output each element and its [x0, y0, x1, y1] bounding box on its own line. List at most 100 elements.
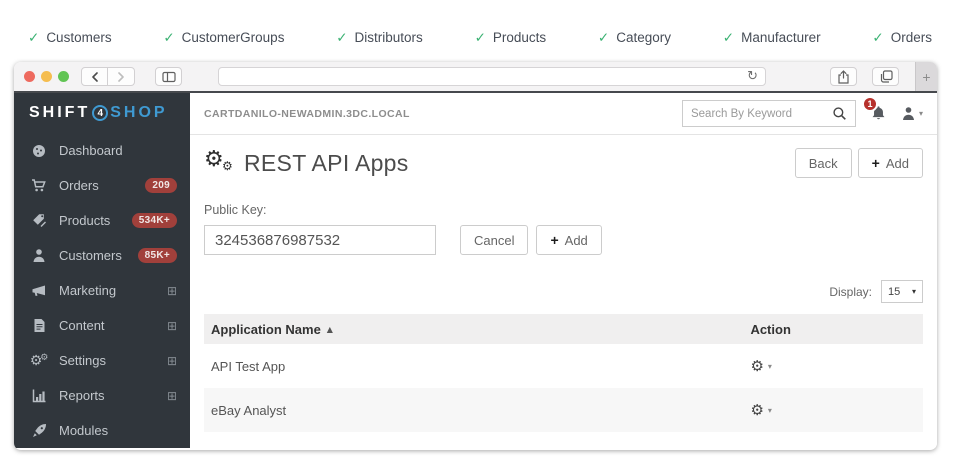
confirm-add-button[interactable]: +Add	[536, 225, 601, 255]
new-tab-button[interactable]: +	[915, 62, 937, 91]
sidebar-toggle-icon	[162, 71, 176, 83]
sidebar-item-label: Dashboard	[59, 143, 123, 158]
row-action-menu-button[interactable]: ⚙ ▾	[750, 357, 771, 375]
keyword-search	[682, 100, 856, 127]
gears-icon: ⚙⚙	[30, 353, 48, 369]
zoom-window-button[interactable]	[58, 71, 69, 82]
plus-icon: +	[922, 69, 930, 85]
expand-icon[interactable]: ⊞	[167, 319, 177, 333]
person-icon	[901, 106, 916, 121]
check-nav-label: Orders	[891, 30, 932, 45]
checkmark-icon: ✓	[163, 30, 174, 46]
check-nav-item-distributors[interactable]: ✓ Distributors	[336, 13, 423, 62]
api-apps-table: Application Name ▲ Action API Test App ⚙…	[204, 314, 923, 432]
sidebar-item-orders[interactable]: Orders 209	[14, 168, 190, 203]
check-nav-item-customergroups[interactable]: ✓ CustomerGroups	[163, 13, 284, 62]
app-name-cell: API Test App	[204, 359, 750, 374]
search-input[interactable]	[691, 108, 826, 120]
dashboard-icon	[30, 143, 48, 159]
check-nav-item-orders[interactable]: ✓ Orders	[872, 13, 932, 62]
sidebar-item-dashboard[interactable]: Dashboard	[14, 133, 190, 168]
notifications-button[interactable]: 1	[870, 105, 887, 122]
sidebar-toggle-button[interactable]	[155, 67, 182, 86]
sidebar-item-customers[interactable]: Customers 85K+	[14, 238, 190, 273]
check-nav-label: Distributors	[355, 30, 423, 45]
back-button[interactable]: Back	[795, 148, 852, 178]
check-nav-item-products[interactable]: ✓Products	[475, 13, 547, 62]
close-window-button[interactable]	[24, 71, 35, 82]
expand-icon[interactable]: ⊞	[167, 284, 177, 298]
expand-icon[interactable]: ⊞	[167, 354, 177, 368]
check-nav-bar: ✓ Customers ✓ CustomerGroups ✓ Distributors…	[0, 0, 960, 62]
checkmark-icon: ✓	[723, 30, 734, 46]
browser-forward-button[interactable]	[108, 67, 135, 86]
minimize-window-button[interactable]	[41, 71, 52, 82]
row-action-menu-button[interactable]: ⚙ ▾	[750, 401, 771, 419]
sidebar-item-label: Customers	[59, 248, 122, 263]
sidebar-item-label: Modules	[59, 423, 108, 438]
check-nav-item-category[interactable]: ✓Category	[598, 13, 671, 62]
chevron-down-icon: ▾	[768, 362, 772, 371]
check-nav-label: Manufacturer	[741, 30, 821, 45]
show-tabs-button[interactable]	[872, 67, 899, 86]
bar-chart-icon	[30, 388, 48, 403]
check-nav-label: Customers	[46, 30, 111, 45]
products-count-badge: 534K+	[132, 213, 177, 228]
sidebar-item-products[interactable]: Products 534K+	[14, 203, 190, 238]
check-nav-label: Category	[616, 30, 671, 45]
page-content: ⚙⚙ REST API Apps Back +Add Public Key: C…	[190, 135, 937, 448]
history-nav-group	[81, 67, 135, 86]
check-nav-label: CustomerGroups	[182, 30, 285, 45]
sidebar-item-label: Settings	[59, 353, 106, 368]
public-key-input[interactable]	[204, 225, 436, 255]
gear-icon: ⚙	[750, 357, 763, 375]
rocket-icon	[30, 423, 48, 438]
check-nav-label: Products	[493, 30, 546, 45]
share-button[interactable]	[830, 67, 857, 86]
admin-app: SHIFT 4 SHOP Dashboard Orders 209	[14, 93, 937, 448]
checkmark-icon: ✓	[872, 30, 883, 46]
account-menu-button[interactable]: ▾	[901, 106, 923, 121]
page-title-row: ⚙⚙ REST API Apps Back +Add	[204, 148, 923, 178]
expand-icon[interactable]: ⊞	[167, 389, 177, 403]
tags-icon	[30, 213, 48, 229]
sidebar-item-settings[interactable]: ⚙⚙ Settings ⊞	[14, 343, 190, 378]
display-count-select[interactable]: 15 ▾	[881, 280, 923, 303]
cart-icon	[30, 178, 48, 193]
shift4shop-logo[interactable]: SHIFT 4 SHOP	[14, 93, 190, 133]
browser-back-button[interactable]	[81, 67, 108, 86]
plus-icon: +	[550, 232, 558, 248]
check-nav-item-customers[interactable]: ✓ Customers	[28, 13, 112, 62]
add-app-button[interactable]: +Add	[858, 148, 923, 178]
customers-count-badge: 85K+	[138, 248, 177, 263]
chevron-right-icon	[116, 72, 126, 82]
page-title: REST API Apps	[244, 150, 409, 177]
logo-4-badge: 4	[92, 105, 108, 121]
sidebar-item-marketing[interactable]: Marketing ⊞	[14, 273, 190, 308]
sidebar-item-modules[interactable]: Modules	[14, 413, 190, 448]
cancel-button[interactable]: Cancel	[460, 225, 528, 255]
sidebar-item-label: Marketing	[59, 283, 116, 298]
chevron-left-icon	[90, 72, 100, 82]
check-nav-item-manufacturer[interactable]: ✓ Manufacturer	[723, 13, 821, 62]
sidebar-item-label: Content	[59, 318, 105, 333]
chevron-down-icon: ▾	[768, 406, 772, 415]
notification-count-badge: 1	[862, 96, 878, 112]
browser-window: ↻ + SHIFT 4 SHOP Dashboard	[14, 62, 937, 450]
chevron-down-icon: ▾	[919, 109, 923, 118]
browser-toolbar: ↻ +	[14, 62, 937, 93]
checkmark-icon: ✓	[336, 30, 347, 46]
sidebar-item-content[interactable]: Content ⊞	[14, 308, 190, 343]
address-bar[interactable]: ↻	[218, 67, 766, 86]
store-domain: CARTDANILO-NEWADMIN.3DC.LOCAL	[204, 108, 410, 120]
checkmark-icon: ✓	[28, 30, 39, 46]
sidebar-item-label: Reports	[59, 388, 105, 403]
sidebar-item-reports[interactable]: Reports ⊞	[14, 378, 190, 413]
orders-count-badge: 209	[145, 178, 177, 193]
search-icon[interactable]	[832, 106, 847, 121]
column-header-application-name[interactable]: Application Name ▲	[204, 322, 750, 337]
gear-icon: ⚙	[750, 401, 763, 419]
public-key-form-row: Cancel +Add	[204, 225, 923, 255]
refresh-icon[interactable]: ↻	[747, 69, 758, 84]
sidebar-item-label: Orders	[59, 178, 99, 193]
